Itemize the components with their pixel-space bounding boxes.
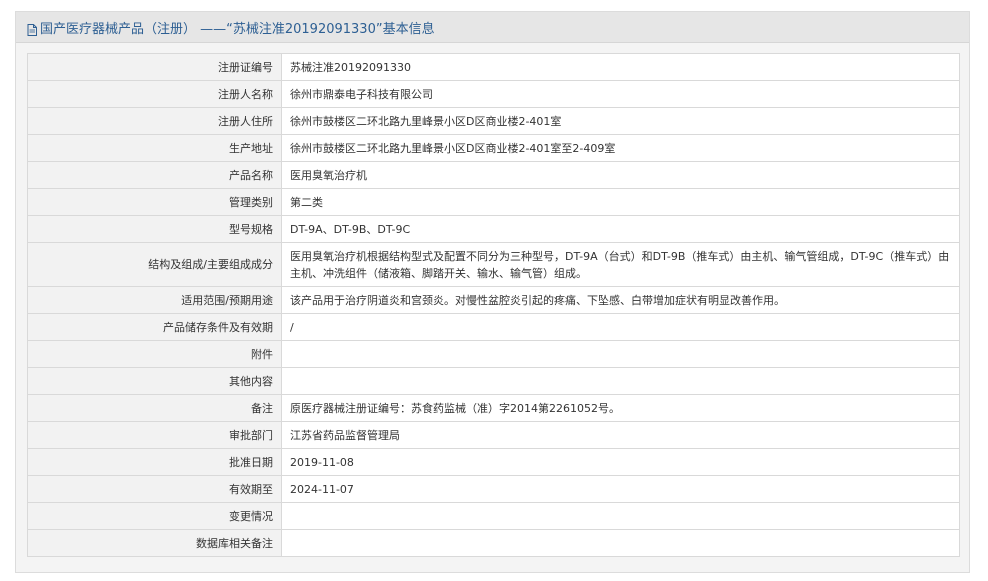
field-label: 其他内容: [27, 367, 282, 395]
table-row: 变更情况: [27, 502, 960, 530]
field-label: 附件: [27, 340, 282, 368]
field-label: 生产地址: [27, 134, 282, 162]
field-value: 该产品用于治疗阴道炎和宫颈炎。对慢性盆腔炎引起的疼痛、下坠感、白带增加症状有明显…: [281, 286, 960, 314]
table-row: 备注 原医疗器械注册证编号：苏食药监械（准）字2014第2261052号。: [27, 394, 960, 422]
table-row: 产品储存条件及有效期 /: [27, 313, 960, 341]
field-value: 2024-11-07: [281, 475, 960, 503]
info-table-wrapper: 注册证编号 苏械注准20192091330 注册人名称 徐州市鼎泰电子科技有限公司 注册…: [27, 53, 960, 557]
field-label: 有效期至: [27, 475, 282, 503]
field-value: 2019-11-08: [281, 448, 960, 476]
document-icon: [27, 21, 37, 36]
table-row: 注册人住所 徐州市鼓楼区二环北路九里峰景小区D区商业楼2-401室: [27, 107, 960, 135]
table-row: 生产地址 徐州市鼓楼区二环北路九里峰景小区D区商业楼2-401室至2-409室: [27, 134, 960, 162]
table-row: 审批部门 江苏省药品监督管理局: [27, 421, 960, 449]
table-row: 其他内容: [27, 367, 960, 395]
field-value: DT-9A、DT-9B、DT-9C: [281, 215, 960, 243]
info-table: 注册证编号 苏械注准20192091330 注册人名称 徐州市鼎泰电子科技有限公司 注册…: [27, 53, 960, 557]
field-value: [281, 367, 960, 395]
field-label: 备注: [27, 394, 282, 422]
table-row: 数据库相关备注: [27, 529, 960, 557]
field-value: 徐州市鼎泰电子科技有限公司: [281, 80, 960, 108]
table-row: 适用范围/预期用途 该产品用于治疗阴道炎和宫颈炎。对慢性盆腔炎引起的疼痛、下坠感、…: [27, 286, 960, 314]
field-value: 第二类: [281, 188, 960, 216]
field-value: [281, 340, 960, 368]
field-value: 徐州市鼓楼区二环北路九里峰景小区D区商业楼2-401室至2-409室: [281, 134, 960, 162]
field-value: 医用臭氧治疗机: [281, 161, 960, 189]
field-label: 注册人名称: [27, 80, 282, 108]
field-value: [281, 502, 960, 530]
field-value: 江苏省药品监督管理局: [281, 421, 960, 449]
field-label: 管理类别: [27, 188, 282, 216]
page-title: 国产医疗器械产品（注册） ——“苏械注准20192091330”基本信息: [40, 21, 435, 37]
table-row: 结构及组成/主要组成成分 医用臭氧治疗机根据结构型式及配置不同分为三种型号，DT-…: [27, 242, 960, 287]
field-value: [281, 529, 960, 557]
field-label: 变更情况: [27, 502, 282, 530]
field-label: 数据库相关备注: [27, 529, 282, 557]
field-label: 型号规格: [27, 215, 282, 243]
field-value: 苏械注准20192091330: [281, 53, 960, 81]
field-label: 批准日期: [27, 448, 282, 476]
table-row: 注册人名称 徐州市鼎泰电子科技有限公司: [27, 80, 960, 108]
field-value: 原医疗器械注册证编号：苏食药监械（准）字2014第2261052号。: [281, 394, 960, 422]
field-label: 适用范围/预期用途: [27, 286, 282, 314]
table-row: 型号规格 DT-9A、DT-9B、DT-9C: [27, 215, 960, 243]
field-label: 注册人住所: [27, 107, 282, 135]
field-value: /: [281, 313, 960, 341]
field-label: 产品名称: [27, 161, 282, 189]
table-row: 产品名称 医用臭氧治疗机: [27, 161, 960, 189]
field-value: 徐州市鼓楼区二环北路九里峰景小区D区商业楼2-401室: [281, 107, 960, 135]
field-label: 审批部门: [27, 421, 282, 449]
field-label: 结构及组成/主要组成成分: [27, 242, 282, 287]
field-label: 产品储存条件及有效期: [27, 313, 282, 341]
field-label: 注册证编号: [27, 53, 282, 81]
info-panel: 国产医疗器械产品（注册） ——“苏械注准20192091330”基本信息 注册证…: [15, 11, 970, 573]
table-row: 管理类别 第二类: [27, 188, 960, 216]
field-value: 医用臭氧治疗机根据结构型式及配置不同分为三种型号，DT-9A（台式）和DT-9B…: [281, 242, 960, 287]
table-row: 注册证编号 苏械注准20192091330: [27, 53, 960, 81]
table-row: 附件: [27, 340, 960, 368]
panel-header: 国产医疗器械产品（注册） ——“苏械注准20192091330”基本信息: [16, 12, 969, 43]
info-table-body: 注册证编号 苏械注准20192091330 注册人名称 徐州市鼎泰电子科技有限公司 注册…: [27, 53, 960, 557]
table-row: 批准日期 2019-11-08: [27, 448, 960, 476]
table-row: 有效期至 2024-11-07: [27, 475, 960, 503]
